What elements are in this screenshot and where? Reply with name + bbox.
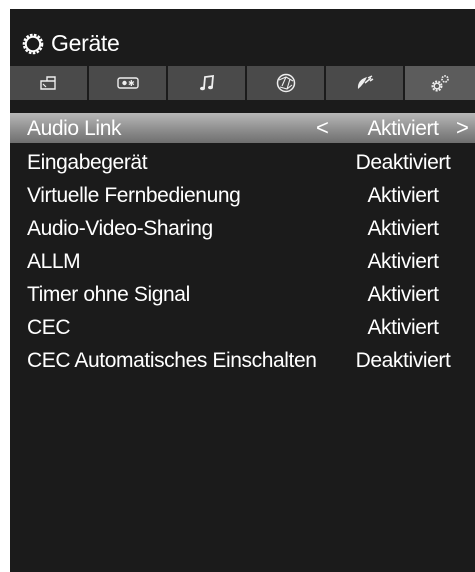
setting-row-audio-video-sharing[interactable]: Audio-Video-Sharing Aktiviert xyxy=(10,212,475,245)
gear-icon xyxy=(22,33,44,55)
tab-picture[interactable] xyxy=(10,66,89,100)
setting-label: Audio Link xyxy=(27,117,122,140)
setting-label: Timer ohne Signal xyxy=(27,283,190,306)
setting-label: ALLM xyxy=(27,250,81,273)
setting-value[interactable]: Aktiviert xyxy=(347,116,459,141)
setting-row-audio-link[interactable]: Audio Link < Aktiviert > xyxy=(10,113,475,143)
music-note-icon xyxy=(198,74,216,92)
setting-row-allm[interactable]: ALLM Aktiviert xyxy=(10,245,475,278)
tab-satellite[interactable] xyxy=(326,66,405,100)
setting-value: Aktiviert xyxy=(367,316,439,339)
setting-value: Deaktiviert xyxy=(355,151,451,174)
setting-row-virtual-remote[interactable]: Virtuelle Fernbedienung Aktiviert xyxy=(10,179,475,212)
chevron-right-icon[interactable]: > xyxy=(456,115,469,140)
setting-value: Aktiviert xyxy=(367,184,439,207)
network-globe-icon xyxy=(276,73,296,93)
setting-label: CEC Automatisches Einschalten xyxy=(27,349,317,372)
setting-label: Audio-Video-Sharing xyxy=(27,217,213,240)
setting-row-cec[interactable]: CEC Aktiviert xyxy=(10,311,475,344)
settings-list: Audio Link < Aktiviert > Eingabegerät De… xyxy=(10,113,475,377)
setting-label: CEC xyxy=(27,316,71,339)
satellite-dish-icon xyxy=(355,74,375,92)
devices-menu-panel: Geräte ✱ Audio Link < Aktiviert > Eingab… xyxy=(10,9,475,572)
page-title: Geräte xyxy=(51,30,120,56)
svg-text:✱: ✱ xyxy=(128,79,135,88)
setting-value: Aktiviert xyxy=(367,250,439,273)
setting-value: Aktiviert xyxy=(367,283,439,306)
menu-header: Geräte xyxy=(10,9,475,66)
tab-sound-output[interactable]: ✱ xyxy=(89,66,168,100)
setting-row-cec-auto-power-on[interactable]: CEC Automatisches Einschalten Deaktivier… xyxy=(10,344,475,377)
tab-music[interactable] xyxy=(168,66,247,100)
setting-label: Eingabegerät xyxy=(27,151,148,174)
tab-network[interactable] xyxy=(247,66,326,100)
setting-row-input-device[interactable]: Eingabegerät Deaktiviert xyxy=(10,146,475,179)
chevron-left-icon[interactable]: < xyxy=(316,115,329,140)
tab-settings[interactable] xyxy=(405,66,475,100)
sound-output-icon: ✱ xyxy=(116,76,139,90)
picture-icon xyxy=(39,75,59,91)
settings-gears-icon xyxy=(429,73,451,93)
setting-value: Deaktiviert xyxy=(355,349,451,372)
category-tab-bar: ✱ xyxy=(10,66,475,100)
setting-row-no-signal-timer[interactable]: Timer ohne Signal Aktiviert xyxy=(10,278,475,311)
setting-label: Virtuelle Fernbedienung xyxy=(27,184,241,207)
setting-value: Aktiviert xyxy=(367,217,439,240)
